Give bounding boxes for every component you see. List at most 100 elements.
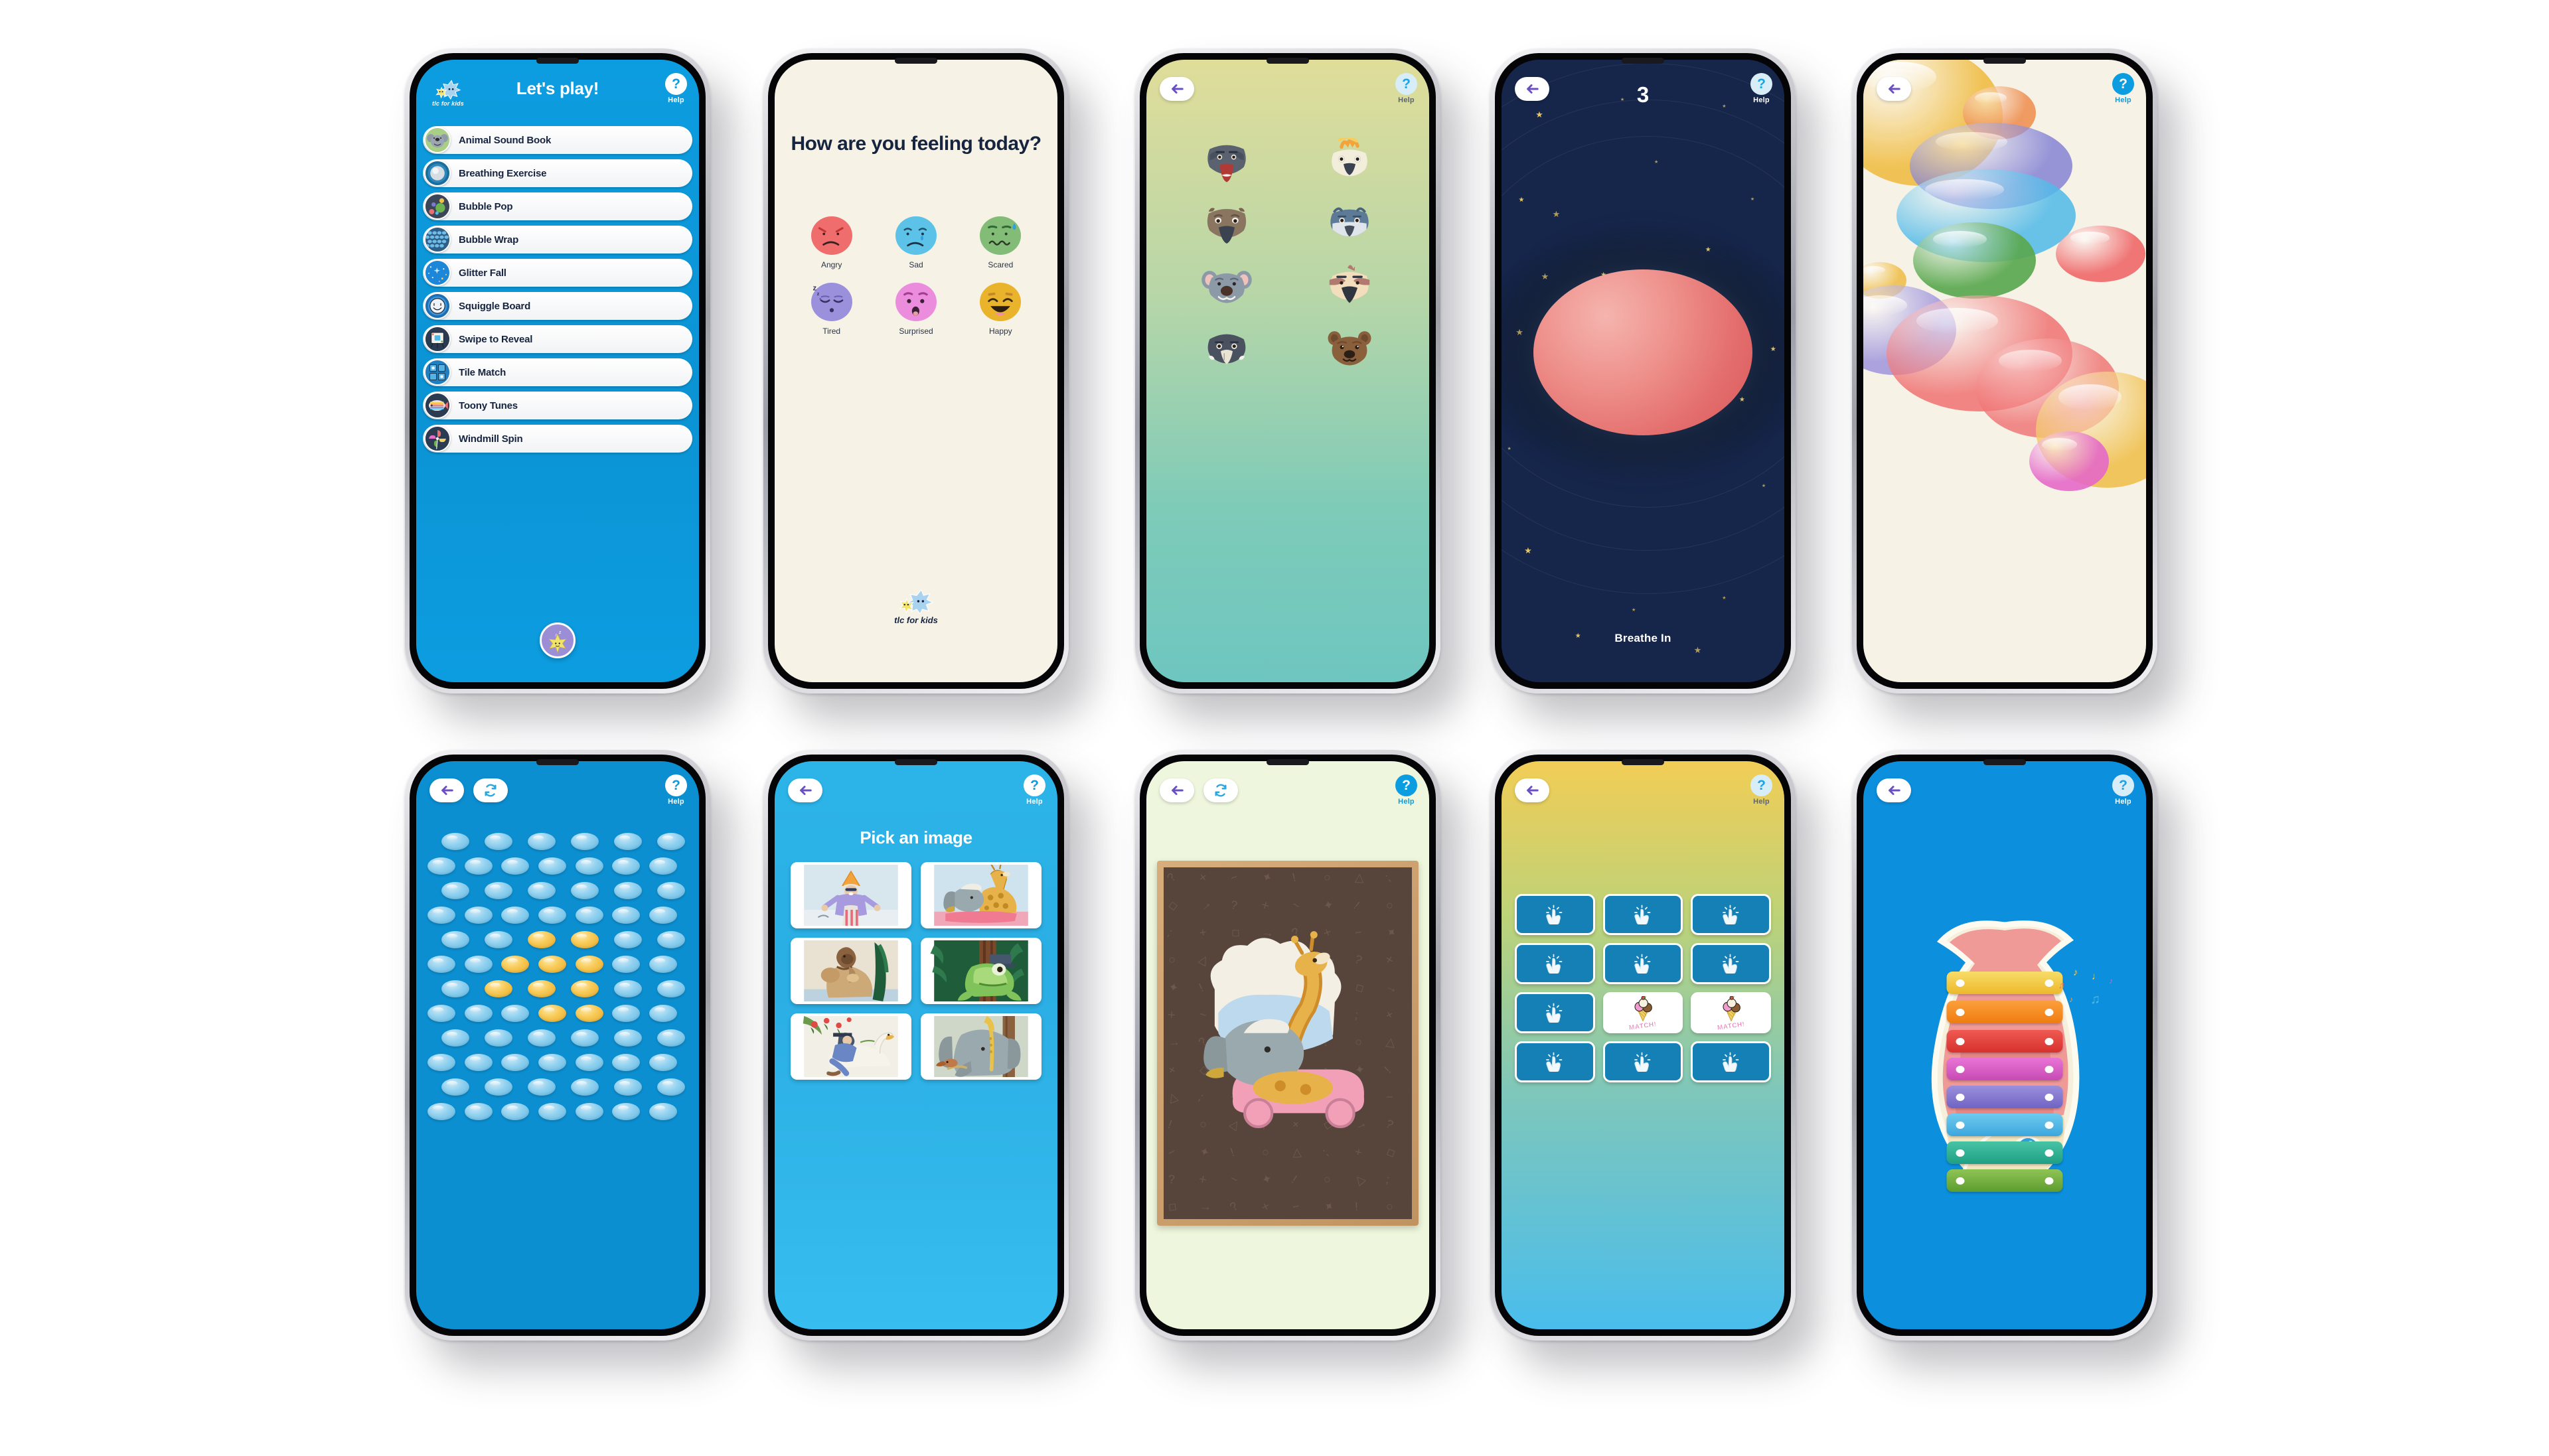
memory-tile[interactable] — [1691, 894, 1771, 935]
bubble-wrap-nub[interactable] — [464, 857, 493, 875]
bubble-wrap-nub[interactable] — [427, 907, 455, 924]
help-button[interactable]: ? Help — [2112, 774, 2134, 806]
galah-icon[interactable] — [1324, 263, 1375, 308]
bubble-wrap-nub[interactable] — [649, 1005, 678, 1022]
bubble-wrap-nub[interactable] — [464, 1005, 493, 1022]
xylophone-key-6[interactable] — [1946, 1114, 2063, 1137]
help-button[interactable]: ? Help — [1024, 774, 1045, 806]
bubble-wrap-nub[interactable] — [441, 1078, 469, 1096]
bubble-wrap-nub[interactable] — [575, 1103, 603, 1120]
help-button[interactable]: ? Help — [1750, 73, 1772, 104]
bubble-wrap-nub[interactable] — [612, 857, 641, 875]
cockatoo-icon[interactable] — [1324, 138, 1375, 183]
bubble-wrap-nub[interactable] — [501, 1054, 530, 1071]
xylophone-key-2[interactable] — [1946, 1001, 2063, 1024]
image-card[interactable] — [921, 1013, 1042, 1080]
bubble-wrap-nub[interactable] — [657, 931, 685, 948]
bubble-wrap-nub[interactable] — [484, 1078, 512, 1096]
reset-button[interactable] — [1203, 778, 1238, 802]
xylophone-key-4[interactable] — [1946, 1058, 2063, 1081]
bubble-wrap-nub[interactable] — [464, 1103, 493, 1120]
memory-tile[interactable] — [1515, 1041, 1595, 1082]
bubble-wrap-nub[interactable] — [427, 956, 455, 973]
bubble-wrap-nub[interactable] — [441, 980, 469, 997]
image-card[interactable] — [791, 938, 911, 1004]
menu-item-glitter-fall[interactable]: Glitter Fall — [423, 259, 692, 287]
bubble-wrap-nub[interactable] — [527, 833, 556, 850]
back-button[interactable] — [1160, 77, 1194, 101]
bubble-wrap-nub[interactable] — [501, 907, 530, 924]
back-button[interactable] — [1877, 77, 1911, 101]
xylophone-key-1[interactable] — [1946, 972, 2063, 995]
bubble-wrap-nub[interactable] — [570, 1078, 599, 1096]
bubble-wrap-nub[interactable] — [538, 1005, 566, 1022]
bubble-wrap-nub[interactable] — [527, 882, 556, 899]
bubble-wrap-nub[interactable] — [657, 882, 685, 899]
image-card[interactable] — [921, 938, 1042, 1004]
penguin-icon[interactable] — [1201, 325, 1252, 370]
memory-tile[interactable] — [1602, 894, 1683, 935]
bubble-wrap-nub[interactable] — [538, 956, 566, 973]
bubble-wrap-nub[interactable] — [441, 833, 469, 850]
bubble-wrap-nub[interactable] — [441, 1029, 469, 1047]
memory-tile[interactable] — [1515, 894, 1595, 935]
kookaburra-icon[interactable] — [1324, 200, 1375, 246]
bubble-wrap-nub[interactable] — [464, 907, 493, 924]
memory-tile[interactable]: MATCH! — [1691, 992, 1771, 1033]
xylophone-key-7[interactable] — [1946, 1141, 2063, 1165]
emu-icon[interactable] — [1201, 200, 1252, 246]
bubble-wrap-nub[interactable] — [575, 956, 603, 973]
back-button[interactable] — [1877, 778, 1911, 802]
menu-item-bubble-wrap[interactable]: Bubble Wrap — [423, 226, 692, 254]
bubble-wrap-nub[interactable] — [527, 1029, 556, 1047]
bubble-wrap-nub[interactable] — [649, 956, 678, 973]
wombat-icon[interactable] — [1324, 325, 1375, 370]
help-button[interactable]: ? Help — [2112, 73, 2134, 104]
bubble[interactable] — [2056, 226, 2145, 282]
memory-tile[interactable] — [1602, 1041, 1683, 1082]
back-button[interactable] — [1160, 778, 1194, 802]
bubble-wrap-nub[interactable] — [649, 907, 678, 924]
memory-tile[interactable] — [1691, 943, 1771, 984]
image-card[interactable] — [791, 1013, 911, 1080]
bubble-wrap-nub[interactable] — [484, 931, 512, 948]
bubble-wrap-nub[interactable] — [501, 1005, 530, 1022]
bubble-wrap-nub[interactable] — [649, 857, 678, 875]
image-card[interactable] — [921, 862, 1042, 928]
memory-tile[interactable]: MATCH! — [1602, 992, 1683, 1033]
bubble-wrap-nub[interactable] — [501, 956, 530, 973]
bubble-wrap-nub[interactable] — [613, 882, 642, 899]
bubble-wrap-nub[interactable] — [613, 980, 642, 997]
bubble-wrap-nub[interactable] — [464, 956, 493, 973]
menu-item-toony-tunes[interactable]: Toony Tunes — [423, 392, 692, 419]
bubble-wrap-nub[interactable] — [538, 907, 566, 924]
bubble-wrap-nub[interactable] — [501, 1103, 530, 1120]
bubble-wrap-nub[interactable] — [441, 931, 469, 948]
help-button[interactable]: ? Help — [1395, 774, 1417, 806]
xylophone-key-8[interactable] — [1946, 1169, 2063, 1193]
help-button[interactable]: ? Help — [665, 774, 687, 806]
breathing-ball[interactable] — [1533, 269, 1752, 435]
bubble-wrap-nub[interactable] — [657, 980, 685, 997]
bubble[interactable] — [2029, 431, 2109, 491]
help-button[interactable]: ? Help — [1395, 73, 1417, 104]
bubble-wrap-nub[interactable] — [613, 1078, 642, 1096]
reset-button[interactable] — [473, 778, 508, 802]
bubble-wrap-nub[interactable] — [612, 1054, 641, 1071]
menu-item-animal-sound-book[interactable]: Animal Sound Book — [423, 126, 692, 154]
bubble-wrap-nub[interactable] — [570, 833, 599, 850]
menu-item-breathing-exercise[interactable]: Breathing Exercise — [423, 159, 692, 187]
bubble-wrap-nub[interactable] — [527, 1078, 556, 1096]
feeling-happy[interactable]: Happy — [959, 283, 1043, 336]
menu-item-bubble-pop[interactable]: Bubble Pop — [423, 192, 692, 220]
bubble-wrap-nub[interactable] — [484, 833, 512, 850]
bubble-wrap-nub[interactable] — [427, 1054, 455, 1071]
bubble-wrap-nub[interactable] — [538, 1054, 566, 1071]
bubble-wrap-nub[interactable] — [612, 907, 641, 924]
bubble-wrap-nub[interactable] — [441, 882, 469, 899]
feeling-angry[interactable]: Angry — [789, 216, 874, 269]
bubble-wrap-nub[interactable] — [613, 833, 642, 850]
bubble-wrap-nub[interactable] — [570, 882, 599, 899]
bubble-wrap-nub[interactable] — [612, 1005, 641, 1022]
memory-tile[interactable] — [1691, 1041, 1771, 1082]
